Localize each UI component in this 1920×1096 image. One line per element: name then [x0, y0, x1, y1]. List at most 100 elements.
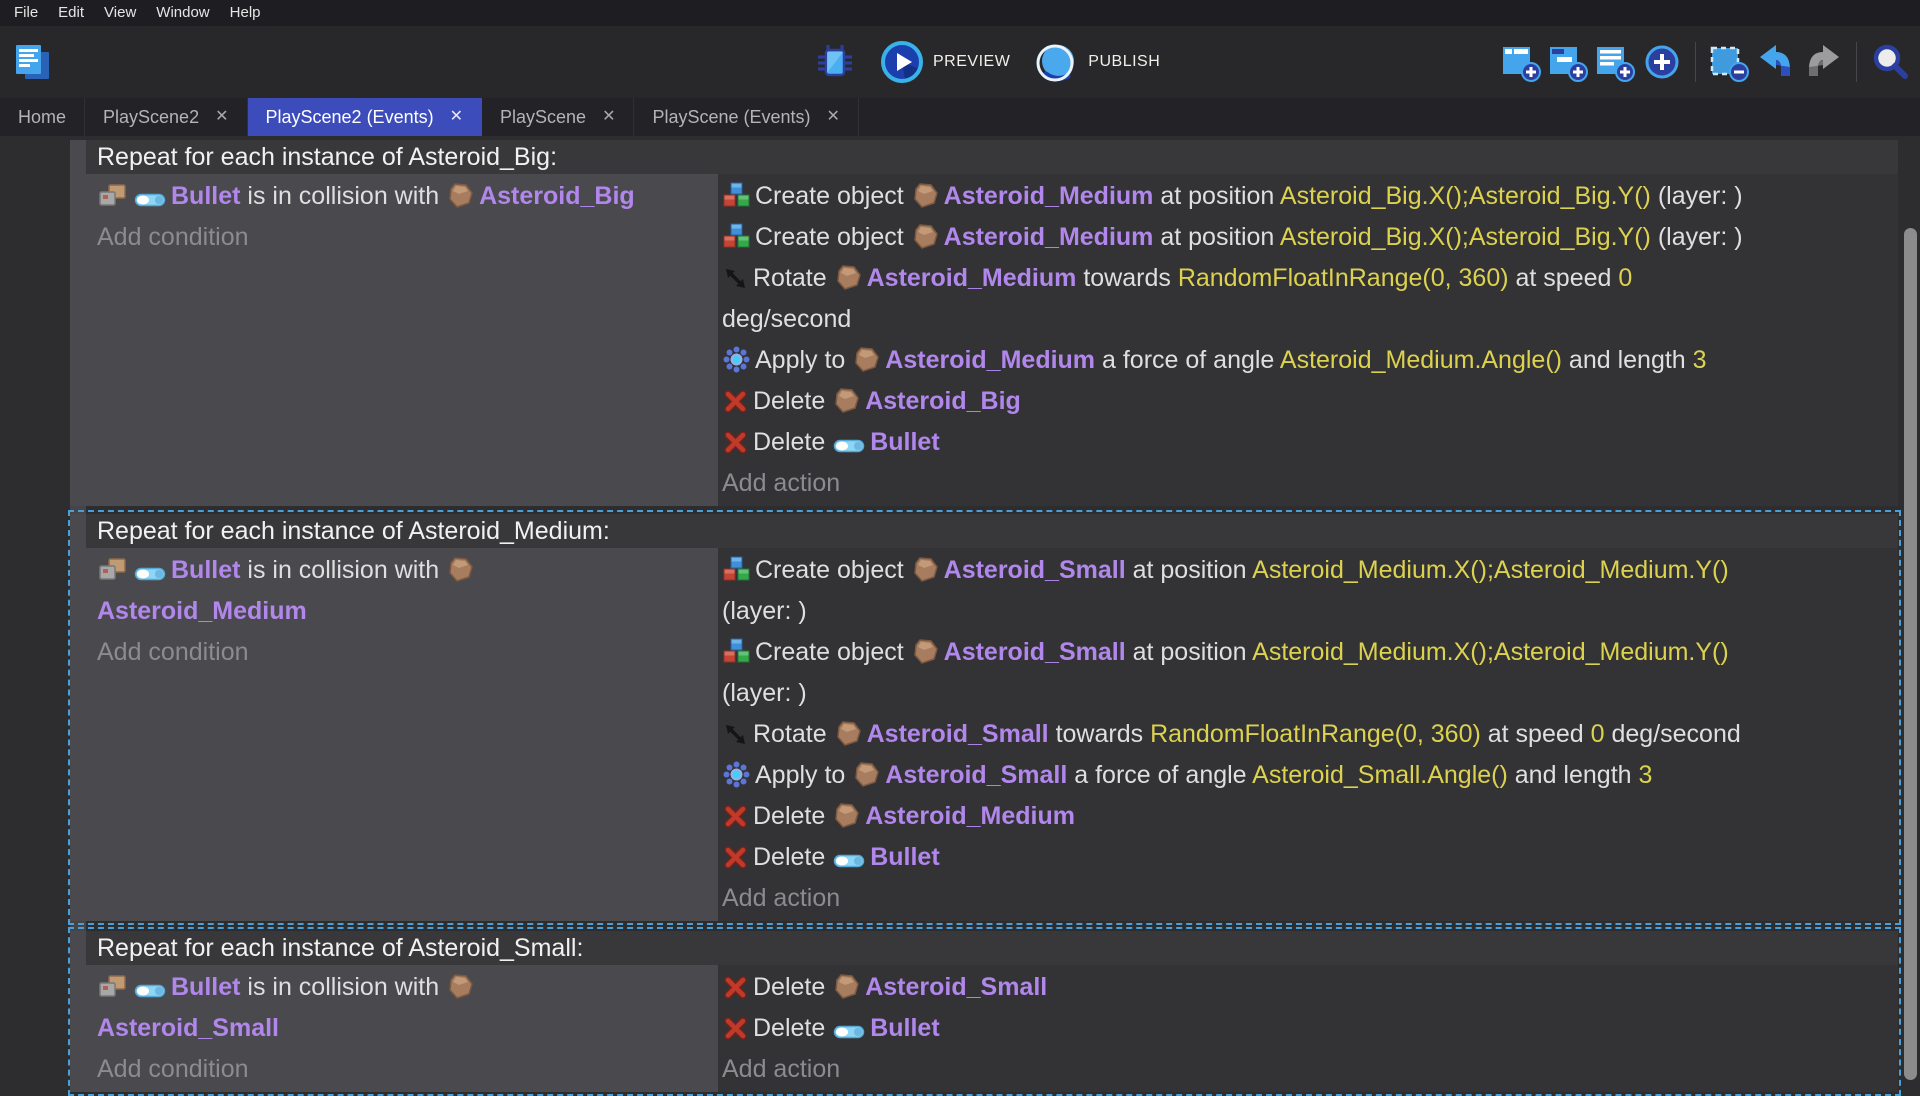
- condition-row[interactable]: Bullet is in collision with Asteroid_Med…: [97, 550, 710, 632]
- object-name: Bullet: [171, 556, 240, 584]
- object-name: Bullet: [171, 182, 240, 210]
- asteroid-icon: [833, 973, 860, 1000]
- action-row[interactable]: Delete Asteroid_Big: [722, 381, 1890, 422]
- tab-playscene2[interactable]: PlayScene2✕: [85, 98, 247, 136]
- asteroid-icon: [833, 802, 860, 829]
- tab-playscene[interactable]: PlayScene✕: [482, 98, 634, 136]
- publish-globe-icon: [1036, 41, 1078, 83]
- text-segment: is in collision with: [240, 182, 446, 210]
- redo-button[interactable]: [1803, 42, 1843, 82]
- collision-icon: [98, 557, 128, 583]
- event-header[interactable]: Repeat for each instance of Asteroid_Sma…: [86, 931, 1898, 965]
- menu-item-help[interactable]: Help: [220, 0, 271, 26]
- close-icon[interactable]: ✕: [827, 109, 840, 125]
- object-name: Asteroid_Medium: [944, 182, 1154, 210]
- expression: 3: [1639, 761, 1653, 789]
- add-comment-button[interactable]: [1595, 42, 1635, 82]
- action-row[interactable]: Delete Bullet: [722, 1008, 1890, 1049]
- debugger-button[interactable]: [815, 42, 855, 82]
- action-row[interactable]: Rotate Asteroid_Small towards RandomFloa…: [722, 714, 1890, 755]
- asteroid-icon: [447, 556, 474, 583]
- menu-item-edit[interactable]: Edit: [48, 0, 94, 26]
- text-segment: Delete: [753, 428, 832, 456]
- event-header[interactable]: Repeat for each instance of Asteroid_Big…: [86, 140, 1898, 174]
- text-segment: at position: [1153, 182, 1279, 210]
- add-action-button[interactable]: Add action: [722, 878, 1890, 919]
- action-row[interactable]: Create object Asteroid_Medium at positio…: [722, 217, 1890, 258]
- create-icon: [723, 638, 750, 665]
- text-segment: Delete: [753, 843, 832, 871]
- action-row[interactable]: Create object Asteroid_Medium at positio…: [722, 176, 1890, 217]
- action-row[interactable]: Delete Asteroid_Medium: [722, 796, 1890, 837]
- object-name: Asteroid_Small: [944, 638, 1126, 666]
- event-drag-handle[interactable]: [70, 931, 86, 1092]
- conditions-column: Bullet is in collision with Asteroid_Sma…: [86, 965, 718, 1092]
- preview-label: PREVIEW: [933, 53, 1010, 71]
- remove-selection-button[interactable]: [1709, 42, 1749, 82]
- event-block[interactable]: Repeat for each instance of Asteroid_Big…: [70, 140, 1898, 506]
- action-row[interactable]: Rotate Asteroid_Medium towards RandomFlo…: [722, 258, 1890, 340]
- condition-row[interactable]: Bullet is in collision with Asteroid_Big: [97, 176, 710, 217]
- expression: Asteroid_Medium.X();Asteroid_Medium.Y(): [1252, 556, 1729, 584]
- text-segment: (layer: ): [1651, 223, 1743, 251]
- undo-button[interactable]: [1756, 42, 1796, 82]
- event-main: Repeat for each instance of Asteroid_Sma…: [86, 931, 1898, 1092]
- close-icon[interactable]: ✕: [215, 109, 228, 125]
- event-body: Bullet is in collision with Asteroid_Big…: [86, 174, 1898, 506]
- add-action-button[interactable]: Add action: [722, 1049, 1890, 1090]
- action-row[interactable]: Create object Asteroid_Small at position…: [722, 550, 1890, 632]
- text-segment: Create object: [755, 638, 911, 666]
- tab-playscene2-events[interactable]: PlayScene2 (Events)✕: [248, 98, 483, 136]
- menu-item-file[interactable]: File: [4, 0, 48, 26]
- add-condition-button[interactable]: Add condition: [97, 217, 710, 258]
- menu-item-view[interactable]: View: [94, 0, 146, 26]
- text-segment: (layer: ): [1651, 182, 1743, 210]
- action-row[interactable]: Delete Asteroid_Small: [722, 967, 1890, 1008]
- event-block[interactable]: Repeat for each instance of Asteroid_Sma…: [70, 931, 1898, 1092]
- bullet-icon: [134, 982, 166, 1000]
- tab-playscene-events[interactable]: PlayScene (Events)✕: [634, 98, 858, 136]
- add-event-button[interactable]: [1501, 42, 1541, 82]
- bullet-icon: [134, 565, 166, 583]
- undo-icon: [1756, 42, 1796, 82]
- event-block[interactable]: Repeat for each instance of Asteroid_Med…: [70, 514, 1898, 921]
- asteroid-icon: [912, 556, 939, 583]
- action-row[interactable]: Delete Bullet: [722, 837, 1890, 878]
- text-segment: Create object: [755, 223, 911, 251]
- add-condition-button[interactable]: Add condition: [97, 632, 710, 673]
- action-row[interactable]: Delete Bullet: [722, 422, 1890, 463]
- publish-button[interactable]: PUBLISH: [1036, 41, 1160, 83]
- preview-play-icon: [881, 41, 923, 83]
- event-drag-handle[interactable]: [70, 514, 86, 921]
- vertical-scrollbar[interactable]: [1904, 228, 1917, 1080]
- add-action-button[interactable]: Add action: [722, 463, 1890, 504]
- force-icon: [723, 761, 750, 788]
- add-condition-button[interactable]: Add condition: [97, 1049, 710, 1090]
- close-icon[interactable]: ✕: [602, 109, 615, 125]
- menu-item-window[interactable]: Window: [146, 0, 219, 26]
- expression: Asteroid_Big.X();Asteroid_Big.Y(): [1280, 223, 1651, 251]
- close-icon[interactable]: ✕: [450, 109, 463, 125]
- expression: Asteroid_Big.X();Asteroid_Big.Y(): [1280, 182, 1651, 210]
- search-button[interactable]: [1870, 42, 1910, 82]
- object-name: Bullet: [870, 843, 939, 871]
- condition-row[interactable]: Bullet is in collision with Asteroid_Sma…: [97, 967, 710, 1049]
- tab-home[interactable]: Home: [0, 98, 85, 136]
- toolbar-right-group: [1501, 26, 1910, 98]
- text-segment: Delete: [753, 802, 832, 830]
- action-row[interactable]: Apply to Asteroid_Medium a force of angl…: [722, 340, 1890, 381]
- force-icon: [723, 346, 750, 373]
- action-row[interactable]: Create object Asteroid_Small at position…: [722, 632, 1890, 714]
- action-row[interactable]: Apply to Asteroid_Small a force of angle…: [722, 755, 1890, 796]
- event-header[interactable]: Repeat for each instance of Asteroid_Med…: [86, 514, 1898, 548]
- preview-button[interactable]: PREVIEW: [881, 41, 1010, 83]
- event-drag-handle[interactable]: [70, 140, 86, 506]
- text-segment: (layer: ): [722, 679, 807, 707]
- add-circle-button[interactable]: [1642, 42, 1682, 82]
- project-manager-button[interactable]: [12, 42, 52, 82]
- object-name: Asteroid_Small: [867, 720, 1049, 748]
- text-segment: at position: [1126, 556, 1252, 584]
- text-segment: Rotate: [753, 720, 834, 748]
- add-subevent-button[interactable]: [1548, 42, 1588, 82]
- text-segment: is in collision with: [240, 556, 446, 584]
